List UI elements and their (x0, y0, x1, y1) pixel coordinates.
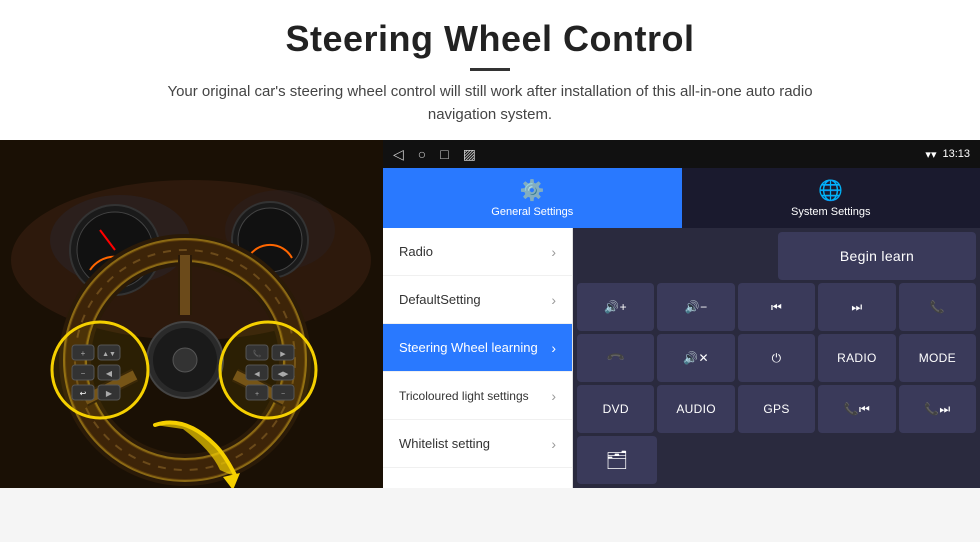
page-subtitle: Your original car's steering wheel contr… (150, 81, 830, 126)
svg-text:↩: ↩ (80, 389, 87, 398)
general-settings-icon: ⚙️ (520, 178, 545, 203)
extra-nav-button[interactable]: ▨ (463, 146, 476, 163)
page-title: Steering Wheel Control (40, 18, 940, 60)
grid-row-2: 📞 🔊✕ ⏻ RADIO MODE (577, 334, 976, 382)
svg-text:◀: ◀ (106, 369, 113, 378)
svg-text:◀: ◀ (254, 371, 260, 378)
nav-item-default[interactable]: DefaultSetting › (383, 276, 572, 324)
svg-text:▶: ▶ (106, 389, 113, 398)
steering-wheel-image: + − ↩ ▲▼ ◀ ▶ 📞 ◀ + ▶ ◀▶ (0, 140, 383, 488)
system-settings-icon: 🌐 (818, 178, 843, 203)
grid-row-3: DVD AUDIO GPS 📞⏮ 📞⏭ (577, 385, 976, 433)
volume-down-button[interactable]: 🔊− (657, 283, 734, 331)
svg-text:+: + (81, 349, 86, 358)
phone-next-button[interactable]: 📞⏭ (899, 385, 976, 433)
svg-text:📞: 📞 (253, 349, 262, 358)
nav-radio-label: Radio (399, 244, 433, 259)
svg-text:−: − (281, 391, 285, 398)
nav-tricoloured-chevron: › (551, 388, 556, 404)
tab-system-settings[interactable]: 🌐 System Settings (682, 168, 980, 228)
power-icon: ⏻ (772, 351, 782, 366)
prev-track-icon: ⏮ (771, 300, 782, 315)
svg-text:+: + (255, 391, 259, 398)
next-track-icon: ⏭ (851, 300, 862, 315)
nav-item-radio[interactable]: Radio › (383, 228, 572, 276)
home-nav-button[interactable]: ○ (418, 146, 426, 162)
hang-up-icon: 📞 (605, 348, 626, 369)
gps-button[interactable]: GPS (738, 385, 815, 433)
time-display: 13:13 (942, 148, 970, 160)
nav-item-tricoloured[interactable]: Tricoloured light settings › (383, 372, 572, 420)
nav-steering-label: Steering Wheel learning (399, 340, 538, 355)
dvd-button[interactable]: DVD (577, 385, 654, 433)
svg-text:▶: ▶ (280, 351, 286, 358)
back-nav-button[interactable]: ◁ (393, 146, 404, 163)
tab-general-settings[interactable]: ⚙️ General Settings (383, 168, 682, 228)
begin-learn-row: Begin learn (577, 232, 976, 280)
signal-icon: ▾▾ (925, 148, 936, 161)
grid-row-1: 🔊+ 🔊− ⏮ ⏭ 📞 (577, 283, 976, 331)
status-indicators: ▾▾ 13:13 (925, 148, 970, 161)
svg-text:−: − (81, 369, 86, 378)
begin-learn-button[interactable]: Begin learn (778, 232, 976, 280)
title-divider (470, 68, 510, 71)
mute-button[interactable]: 🔊✕ (657, 334, 734, 382)
prev-track-button[interactable]: ⏮ (738, 283, 815, 331)
tab-general-label: General Settings (491, 206, 573, 218)
next-track-button[interactable]: ⏭ (818, 283, 895, 331)
nav-whitelist-label: Whitelist setting (399, 436, 490, 451)
phone-prev-button[interactable]: 📞⏮ (818, 385, 895, 433)
left-nav: Radio › DefaultSetting › Steering Wheel … (383, 228, 573, 488)
phone-prev-icon: 📞⏮ (844, 402, 870, 417)
nav-tricoloured-label: Tricoloured light settings (399, 389, 529, 403)
mute-icon: 🔊✕ (683, 351, 709, 365)
android-panel: ◁ ○ □ ▨ ▾▾ 13:13 ⚙️ General Settings 🌐 S… (383, 140, 980, 488)
phone-next-icon: 📞⏭ (924, 402, 950, 417)
power-button[interactable]: ⏻ (738, 334, 815, 382)
grid-row-4: 🗂 (577, 436, 976, 484)
nav-buttons: ◁ ○ □ ▨ (393, 146, 476, 163)
hang-up-button[interactable]: 📞 (577, 334, 654, 382)
mode-button[interactable]: MODE (899, 334, 976, 382)
nav-whitelist-chevron: › (551, 436, 556, 452)
content-area: Radio › DefaultSetting › Steering Wheel … (383, 228, 980, 488)
recent-nav-button[interactable]: □ (440, 146, 448, 162)
nav-item-steering[interactable]: Steering Wheel learning › (383, 324, 572, 372)
header: Steering Wheel Control Your original car… (0, 0, 980, 140)
empty-cell (577, 232, 775, 280)
volume-up-button[interactable]: 🔊+ (577, 283, 654, 331)
tab-system-label: System Settings (791, 206, 870, 218)
radio-button[interactable]: RADIO (818, 334, 895, 382)
nav-radio-chevron: › (551, 244, 556, 260)
volume-up-icon: 🔊+ (604, 300, 627, 314)
nav-default-chevron: › (551, 292, 556, 308)
status-bar: ◁ ○ □ ▨ ▾▾ 13:13 (383, 140, 980, 168)
tab-bar: ⚙️ General Settings 🌐 System Settings (383, 168, 980, 228)
svg-text:◀▶: ◀▶ (278, 371, 289, 378)
nav-default-label: DefaultSetting (399, 292, 481, 307)
volume-down-icon: 🔊− (685, 300, 708, 314)
svg-text:▲▼: ▲▼ (102, 351, 116, 358)
audio-button[interactable]: AUDIO (657, 385, 734, 433)
phone-icon: 📞 (930, 300, 945, 314)
main-content: + − ↩ ▲▼ ◀ ▶ 📞 ◀ + ▶ ◀▶ (0, 140, 980, 488)
nav-item-whitelist[interactable]: Whitelist setting › (383, 420, 572, 468)
file-button[interactable]: 🗂 (577, 436, 657, 484)
nav-steering-chevron: › (551, 340, 556, 356)
file-icon: 🗂 (605, 450, 628, 471)
phone-button[interactable]: 📞 (899, 283, 976, 331)
control-grid: Begin learn 🔊+ 🔊− ⏮ ⏭ (573, 228, 980, 488)
